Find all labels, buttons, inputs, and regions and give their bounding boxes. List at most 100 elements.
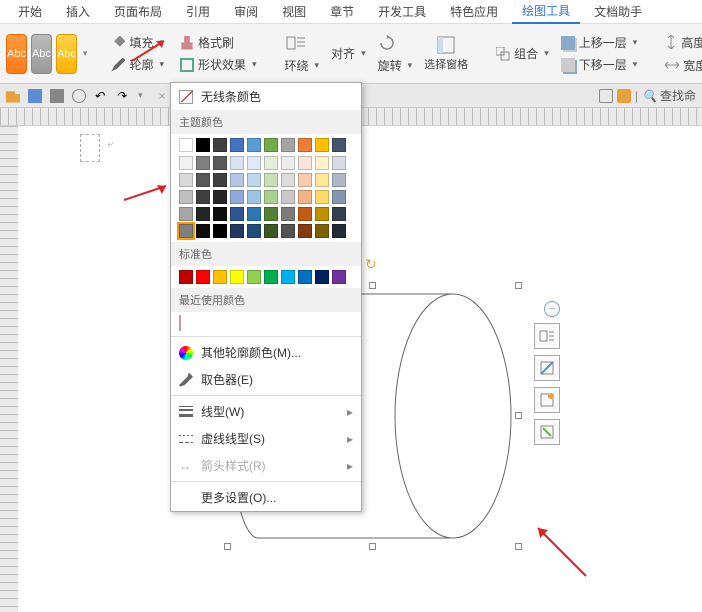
color-swatch[interactable] bbox=[264, 138, 278, 152]
menu-view[interactable]: 视图 bbox=[272, 0, 316, 23]
color-swatch[interactable] bbox=[247, 190, 261, 204]
color-swatch[interactable] bbox=[230, 173, 244, 187]
effects-shortcut-button[interactable] bbox=[534, 419, 560, 445]
bring-forward-button[interactable]: 上移一层 bbox=[555, 33, 644, 52]
color-swatch[interactable] bbox=[213, 270, 227, 284]
color-swatch[interactable] bbox=[230, 156, 244, 170]
color-swatch[interactable] bbox=[264, 270, 278, 284]
color-swatch[interactable] bbox=[213, 224, 227, 238]
color-swatch[interactable] bbox=[332, 156, 346, 170]
recent-color-swatch[interactable] bbox=[179, 315, 181, 331]
resize-handle-se[interactable] bbox=[515, 543, 522, 550]
color-swatch[interactable] bbox=[213, 156, 227, 170]
color-swatch[interactable] bbox=[196, 207, 210, 221]
color-swatch[interactable] bbox=[332, 173, 346, 187]
menu-developer[interactable]: 开发工具 bbox=[368, 0, 436, 23]
undo-icon[interactable]: ↶ bbox=[94, 89, 108, 103]
align-button[interactable]: 对齐 bbox=[325, 44, 372, 63]
color-swatch[interactable] bbox=[179, 138, 193, 152]
menu-insert[interactable]: 插入 bbox=[56, 0, 100, 23]
rotate-icon-button[interactable] bbox=[372, 33, 419, 53]
line-weight-submenu[interactable]: 线型(W) bbox=[171, 398, 361, 425]
menu-special[interactable]: 特色应用 bbox=[440, 0, 508, 23]
shape-style-1[interactable]: Abc bbox=[6, 34, 27, 74]
color-swatch[interactable] bbox=[298, 190, 312, 204]
color-swatch[interactable] bbox=[281, 138, 295, 152]
skin-icon[interactable] bbox=[617, 89, 631, 103]
color-swatch[interactable] bbox=[230, 207, 244, 221]
resize-handle-e[interactable] bbox=[515, 412, 522, 419]
color-swatch[interactable] bbox=[264, 190, 278, 204]
color-swatch[interactable] bbox=[298, 156, 312, 170]
color-swatch[interactable] bbox=[179, 190, 193, 204]
color-swatch[interactable] bbox=[179, 207, 193, 221]
color-swatch[interactable] bbox=[247, 173, 261, 187]
redo-icon[interactable]: ↷ bbox=[116, 89, 130, 103]
color-swatch[interactable] bbox=[247, 138, 261, 152]
color-swatch[interactable] bbox=[179, 173, 193, 187]
color-swatch[interactable] bbox=[247, 156, 261, 170]
color-swatch[interactable] bbox=[230, 190, 244, 204]
format-painter-button[interactable]: 格式刷 bbox=[174, 33, 263, 52]
color-swatch[interactable] bbox=[247, 270, 261, 284]
menu-dochelper[interactable]: 文档助手 bbox=[584, 0, 652, 23]
send-backward-button[interactable]: 下移一层 bbox=[555, 55, 644, 74]
print-icon[interactable] bbox=[50, 89, 64, 103]
color-swatch[interactable] bbox=[332, 138, 346, 152]
settings-icon[interactable] bbox=[599, 89, 613, 103]
open-icon[interactable] bbox=[6, 89, 20, 103]
rotation-handle-icon[interactable]: ↻ bbox=[365, 256, 381, 272]
preview-icon[interactable] bbox=[72, 89, 86, 103]
fill-button[interactable]: 填充 bbox=[105, 33, 170, 52]
resize-handle-s[interactable] bbox=[369, 543, 376, 550]
menu-review[interactable]: 审阅 bbox=[224, 0, 268, 23]
menu-chapter[interactable]: 章节 bbox=[320, 0, 364, 23]
color-swatch[interactable] bbox=[332, 224, 346, 238]
color-swatch[interactable] bbox=[315, 173, 329, 187]
arrows-submenu[interactable]: ↔箭头样式(R) bbox=[171, 452, 361, 479]
color-swatch[interactable] bbox=[298, 224, 312, 238]
color-swatch[interactable] bbox=[213, 138, 227, 152]
color-swatch[interactable] bbox=[332, 190, 346, 204]
color-swatch[interactable] bbox=[298, 173, 312, 187]
menu-drawingtools[interactable]: 绘图工具 bbox=[512, 0, 580, 24]
color-swatch[interactable] bbox=[247, 207, 261, 221]
color-swatch[interactable] bbox=[213, 173, 227, 187]
resize-handle-n[interactable] bbox=[369, 282, 376, 289]
no-outline-color[interactable]: 无线条颜色 bbox=[171, 83, 361, 110]
color-swatch[interactable] bbox=[315, 138, 329, 152]
color-swatch[interactable] bbox=[247, 224, 261, 238]
menu-start[interactable]: 开始 bbox=[8, 0, 52, 23]
color-swatch[interactable] bbox=[315, 270, 329, 284]
outline-shortcut-button[interactable] bbox=[534, 387, 560, 413]
color-swatch[interactable] bbox=[196, 224, 210, 238]
eyedropper[interactable]: 取色器(E) bbox=[171, 366, 361, 393]
color-swatch[interactable] bbox=[230, 138, 244, 152]
color-swatch[interactable] bbox=[230, 270, 244, 284]
resize-handle-sw[interactable] bbox=[224, 543, 231, 550]
shape-style-3[interactable]: Abc bbox=[56, 34, 77, 74]
color-swatch[interactable] bbox=[315, 207, 329, 221]
color-swatch[interactable] bbox=[196, 270, 210, 284]
dashes-submenu[interactable]: 虚线线型(S) bbox=[171, 425, 361, 452]
outline-button[interactable]: 轮廓 bbox=[105, 55, 170, 74]
color-swatch[interactable] bbox=[281, 156, 295, 170]
wrap-icon-button[interactable] bbox=[279, 33, 326, 53]
color-swatch[interactable] bbox=[213, 207, 227, 221]
search-placeholder[interactable]: 查找命 bbox=[660, 87, 696, 104]
collapse-toolbar-button[interactable]: − bbox=[544, 301, 560, 317]
color-swatch[interactable] bbox=[264, 207, 278, 221]
color-swatch[interactable] bbox=[179, 270, 193, 284]
color-swatch[interactable] bbox=[196, 138, 210, 152]
color-swatch[interactable] bbox=[230, 224, 244, 238]
save-icon[interactable] bbox=[28, 89, 42, 103]
color-swatch[interactable] bbox=[332, 207, 346, 221]
qa-expand-icon[interactable]: ▾ bbox=[138, 90, 143, 101]
color-swatch[interactable] bbox=[264, 156, 278, 170]
menu-pagelayout[interactable]: 页面布局 bbox=[104, 0, 172, 23]
color-swatch[interactable] bbox=[315, 190, 329, 204]
layout-options-button[interactable] bbox=[534, 323, 560, 349]
fill-shortcut-button[interactable] bbox=[534, 355, 560, 381]
color-swatch[interactable] bbox=[281, 270, 295, 284]
selection-pane-button[interactable]: 选择窗格 bbox=[418, 34, 474, 73]
